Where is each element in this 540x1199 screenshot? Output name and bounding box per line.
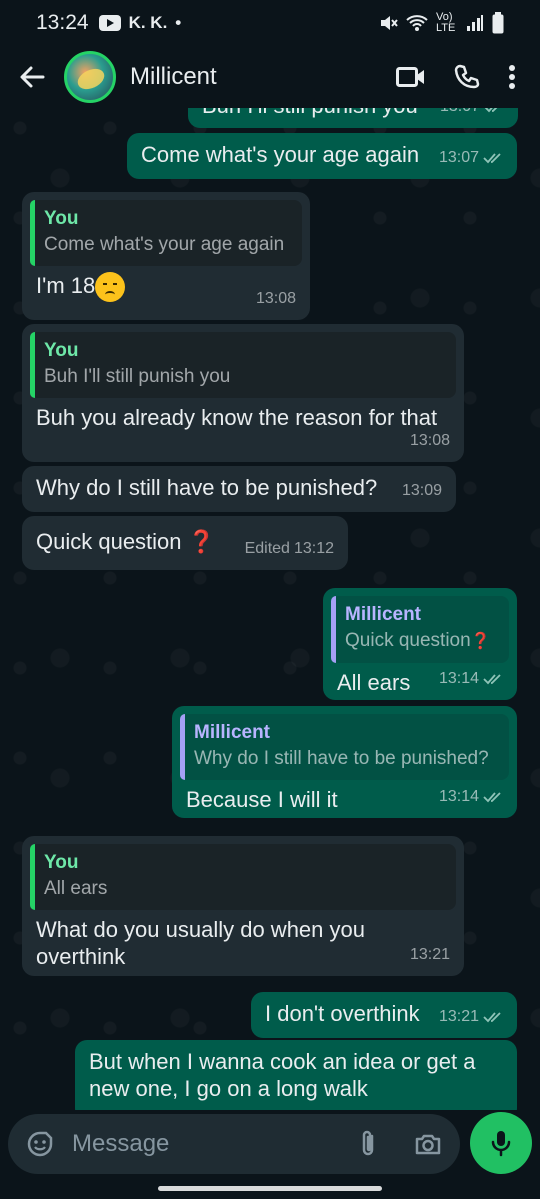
message-time: 13:14 — [438, 670, 479, 687]
message-time: 13:21 — [409, 946, 450, 963]
home-gesture-handle[interactable] — [158, 1186, 382, 1191]
mic-icon — [491, 1131, 511, 1157]
message-bubble[interactable]: Come what's your age again 13:07 — [127, 133, 517, 179]
video-call-icon[interactable] — [396, 66, 426, 88]
message-time: 13:09 — [401, 482, 442, 499]
edited-label: Edited — [244, 540, 290, 557]
question-mark-emoji: ❓ — [187, 529, 216, 554]
message-text: Buh I'll still punish you — [200, 108, 418, 118]
read-ticks-icon — [483, 152, 501, 163]
message-time: 13:08 — [409, 432, 450, 449]
notification-dot: • — [175, 13, 182, 32]
quote-author: You — [44, 852, 79, 873]
quote-text: Buh I'll still punish you — [44, 366, 231, 387]
message-bubble[interactable]: Quick question ❓ Edited 13:12 — [22, 516, 348, 570]
quote-author: Millicent — [194, 722, 271, 743]
message-text: I'm 18 — [36, 273, 96, 298]
message-bubble[interactable]: I don't overthink 13:21 — [251, 992, 517, 1038]
message-bubble[interactable]: You Buh I'll still punish you Buh you al… — [22, 324, 464, 462]
back-button[interactable] — [0, 46, 64, 108]
composer-bar: Message — [0, 1110, 540, 1180]
read-ticks-icon — [483, 673, 501, 684]
status-bar: 13:24 K. K. • Vo) LTE — [0, 0, 540, 46]
attach-icon[interactable] — [358, 1129, 378, 1159]
more-options-icon[interactable] — [508, 64, 516, 90]
message-bubble[interactable]: Buh I'll still punish you 13:07 — [188, 108, 518, 128]
message-text: Buh you already know the reason for that — [36, 405, 438, 430]
read-ticks-icon — [483, 791, 501, 802]
camera-icon[interactable] — [414, 1132, 442, 1156]
message-text: But when I wanna cook an idea or get a n… — [89, 1049, 476, 1101]
message-text: Come what's your age again — [141, 142, 420, 167]
quote-text: All ears — [44, 878, 108, 899]
battery-icon — [492, 12, 504, 34]
quoted-message[interactable]: You Come what's your age again — [30, 200, 302, 266]
quote-text: Quick question — [345, 630, 471, 651]
network-label: Vo) LTE — [436, 11, 456, 34]
status-time: 13:24 — [36, 11, 89, 34]
message-text: What do you usually do when you overthin… — [36, 917, 365, 969]
message-time: 13:07 — [438, 149, 479, 166]
message-text: I don't overthink — [265, 1001, 420, 1026]
voice-message-button[interactable] — [470, 1112, 532, 1174]
contact-name[interactable]: Millicent — [130, 63, 396, 91]
youtube-icon — [98, 15, 121, 31]
avatar[interactable] — [64, 51, 116, 103]
message-text: Why do I still have to be punished? — [36, 475, 378, 500]
message-text: Quick question — [36, 529, 182, 554]
quote-author: Millicent — [345, 604, 422, 625]
message-time: 13:07 — [440, 108, 480, 120]
quote-text: Come what's your age again — [44, 234, 285, 255]
chat-header: Millicent — [0, 46, 540, 108]
chat-area[interactable]: Buh I'll still punish you 13:07 Come wha… — [0, 108, 540, 1110]
voice-call-icon[interactable] — [454, 64, 480, 90]
pensive-face-emoji — [95, 272, 126, 303]
system-nav-bar — [0, 1180, 540, 1199]
mute-icon — [381, 16, 398, 30]
message-bubble[interactable]: Why do I still have to be punished? 13:0… — [22, 466, 456, 512]
quoted-message[interactable]: Millicent Why do I still have to be puni… — [180, 714, 509, 780]
message-time: 13:21 — [438, 1008, 479, 1025]
message-time: 13:12 — [293, 540, 334, 557]
read-ticks-icon — [483, 1011, 501, 1022]
quoted-message[interactable]: You All ears — [30, 844, 456, 910]
wifi-icon — [406, 15, 428, 31]
message-time: 13:08 — [255, 290, 296, 307]
message-bubble[interactable]: You Come what's your age again I'm 18 13… — [22, 192, 310, 320]
message-bubble[interactable]: Millicent Why do I still have to be puni… — [172, 706, 517, 818]
signal-icon — [467, 15, 483, 31]
message-time: 13:14 — [438, 788, 479, 805]
message-input[interactable]: Message — [8, 1114, 460, 1174]
quote-text: Why do I still have to be punished? — [194, 748, 489, 769]
quoted-message[interactable]: Millicent Quick question❓ — [331, 596, 509, 663]
read-ticks-icon — [485, 108, 497, 112]
quote-author: You — [44, 340, 79, 361]
message-bubble[interactable]: But when I wanna cook an idea or get a n… — [75, 1040, 517, 1110]
quote-author: You — [44, 208, 79, 229]
quoted-message[interactable]: You Buh I'll still punish you — [30, 332, 456, 398]
message-bubble[interactable]: Millicent Quick question❓ All ears 13:14 — [323, 588, 517, 700]
message-placeholder: Message — [72, 1130, 170, 1157]
question-mark-emoji: ❓ — [470, 633, 491, 650]
emoji-icon[interactable] — [26, 1130, 54, 1158]
back-arrow-icon — [20, 66, 45, 88]
message-bubble[interactable]: You All ears What do you usually do when… — [22, 836, 464, 976]
notification-text: K. K. — [128, 13, 168, 32]
